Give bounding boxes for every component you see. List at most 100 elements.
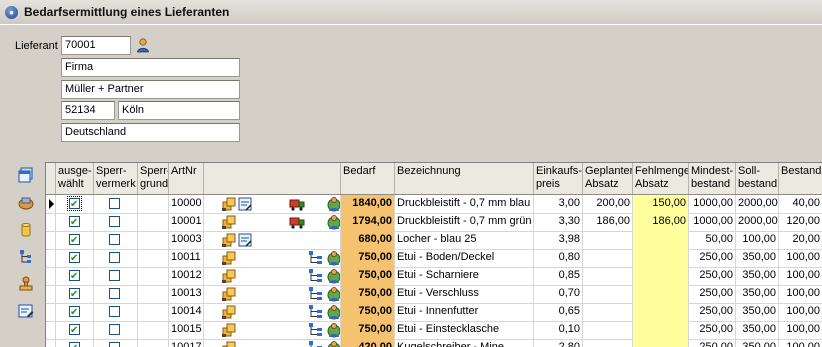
block-checkbox[interactable] bbox=[109, 342, 120, 347]
cylinder-icon[interactable] bbox=[17, 221, 35, 239]
cell-sollbestand[interactable]: 350,00 bbox=[736, 321, 779, 339]
cell-einkaufspreis[interactable]: 0,70 bbox=[534, 285, 583, 303]
table-row[interactable]: 10012 750,00Etui - Scharniere0,85 250,0035… bbox=[46, 267, 822, 286]
globe-person-icon[interactable] bbox=[326, 322, 340, 338]
cell-bestand[interactable]: 40,00 bbox=[779, 195, 822, 213]
block-checkbox[interactable] bbox=[109, 252, 120, 263]
cell-bezeichnung[interactable]: Etui - Boden/Deckel bbox=[395, 249, 534, 267]
cell-sperrgrund[interactable] bbox=[138, 303, 169, 321]
supplier-zip-field[interactable]: 52134 bbox=[61, 101, 115, 120]
globe-person-icon[interactable] bbox=[326, 196, 340, 212]
cell-bedarf[interactable]: 750,00 bbox=[341, 267, 395, 285]
cell-bezeichnung[interactable]: Etui - Innenfutter bbox=[395, 303, 534, 321]
selected-checkbox[interactable] bbox=[67, 196, 82, 213]
cell-mindestbestand[interactable]: 50,00 bbox=[689, 231, 736, 249]
cell-sollbestand[interactable]: 2000,00 bbox=[736, 195, 779, 213]
cell-geplanter-absatz[interactable]: 186,00 bbox=[583, 213, 633, 231]
selected-checkbox[interactable] bbox=[69, 214, 80, 231]
cell-einkaufspreis[interactable]: 0,85 bbox=[534, 267, 583, 285]
cell-geplanter-absatz[interactable] bbox=[583, 321, 633, 339]
cell-bestand[interactable]: 120,00 bbox=[779, 213, 822, 231]
header-sperrvermerk[interactable]: Sperr- vermerk bbox=[94, 163, 138, 194]
table-row[interactable]: 10014 750,00Etui - Innenfutter0,65 250,003… bbox=[46, 303, 822, 322]
header-sollbestand[interactable]: Soll- bestand bbox=[736, 163, 779, 194]
cell-bedarf[interactable]: 750,00 bbox=[341, 303, 395, 321]
row-selector[interactable] bbox=[46, 195, 56, 213]
row-selector[interactable] bbox=[46, 321, 56, 339]
cell-fehlmenge-absatz[interactable] bbox=[633, 267, 689, 285]
cell-einkaufspreis[interactable]: 3,98 bbox=[534, 231, 583, 249]
cell-bezeichnung[interactable]: Etui - Scharniere bbox=[395, 267, 534, 285]
cell-einkaufspreis[interactable]: 0,65 bbox=[534, 303, 583, 321]
window-icon[interactable] bbox=[17, 166, 35, 184]
tree-icon[interactable] bbox=[308, 268, 324, 284]
cell-geplanter-absatz[interactable] bbox=[583, 303, 633, 321]
cell-bezeichnung[interactable]: Etui - Einstecklasche bbox=[395, 321, 534, 339]
block-checkbox[interactable] bbox=[109, 306, 120, 317]
cell-mindestbestand[interactable]: 250,00 bbox=[689, 321, 736, 339]
supplier-number-field[interactable]: 70001 bbox=[61, 36, 131, 55]
header-geplanter-absatz[interactable]: Geplanter Absatz bbox=[583, 163, 633, 194]
cell-sperrgrund[interactable] bbox=[138, 249, 169, 267]
row-selector[interactable] bbox=[46, 267, 56, 285]
truck-icon[interactable] bbox=[289, 214, 305, 230]
row-selector[interactable] bbox=[46, 231, 56, 249]
block-checkbox[interactable] bbox=[109, 234, 120, 245]
cell-mindestbestand[interactable]: 1000,00 bbox=[689, 195, 736, 213]
cell-bestand[interactable]: 100,00 bbox=[779, 267, 822, 285]
cell-mindestbestand[interactable]: 250,00 bbox=[689, 249, 736, 267]
block-checkbox[interactable] bbox=[109, 198, 120, 209]
cell-bedarf[interactable]: 1840,00 bbox=[341, 195, 395, 213]
header-fehlmenge-absatz[interactable]: Fehlmenge Absatz bbox=[633, 163, 689, 194]
table-row[interactable]: 10011 750,00Etui - Boden/Deckel0,80 250,00… bbox=[46, 249, 822, 268]
cell-geplanter-absatz[interactable] bbox=[583, 249, 633, 267]
globe-person-icon[interactable] bbox=[326, 214, 340, 230]
cell-artnr[interactable]: 10003 bbox=[169, 231, 204, 249]
cell-sperrgrund[interactable] bbox=[138, 231, 169, 249]
cell-fehlmenge-absatz[interactable] bbox=[633, 321, 689, 339]
header-ausgewaehlt[interactable]: ausge- wählt bbox=[56, 163, 94, 194]
goods-icon[interactable] bbox=[17, 194, 35, 212]
cell-bezeichnung[interactable]: Locher - blau 25 bbox=[395, 231, 534, 249]
cell-artnr[interactable]: 10000 bbox=[169, 195, 204, 213]
cell-mindestbestand[interactable]: 250,00 bbox=[689, 285, 736, 303]
block-checkbox[interactable] bbox=[109, 216, 120, 227]
document-icon[interactable] bbox=[237, 232, 253, 248]
table-row[interactable]: 10000 1840,00Druckbleistift - 0,7 mm blau… bbox=[46, 195, 822, 214]
header-einkaufspreis[interactable]: Einkaufs- preis bbox=[534, 163, 583, 194]
tree-icon[interactable] bbox=[308, 322, 324, 338]
cell-sollbestand[interactable]: 100,00 bbox=[736, 231, 779, 249]
boxes-icon[interactable] bbox=[221, 322, 237, 338]
boxes-icon[interactable] bbox=[221, 214, 237, 230]
stamp-icon[interactable] bbox=[17, 275, 35, 293]
cell-artnr[interactable]: 10011 bbox=[169, 249, 204, 267]
boxes-icon[interactable] bbox=[221, 250, 237, 266]
boxes-icon[interactable] bbox=[221, 286, 237, 302]
row-selector[interactable] bbox=[46, 285, 56, 303]
header-artnr[interactable]: ArtNr bbox=[169, 163, 204, 194]
selected-checkbox[interactable] bbox=[69, 286, 80, 303]
table-row[interactable]: 10013 750,00Etui - Verschluss0,70 250,0035… bbox=[46, 285, 822, 304]
cell-artnr[interactable]: 10001 bbox=[169, 213, 204, 231]
header-bedarf[interactable]: Bedarf bbox=[341, 163, 395, 194]
cell-geplanter-absatz[interactable]: 200,00 bbox=[583, 195, 633, 213]
person-search-icon[interactable] bbox=[135, 37, 151, 53]
selected-checkbox[interactable] bbox=[69, 322, 80, 339]
header-mindestbestand[interactable]: Mindest- bestand bbox=[689, 163, 736, 194]
demand-grid[interactable]: ausge- wählt Sperr- vermerk Sperr- grund… bbox=[45, 162, 822, 347]
cell-fehlmenge-absatz[interactable] bbox=[633, 285, 689, 303]
header-bestand[interactable]: Bestand bbox=[779, 163, 822, 194]
cell-bestand[interactable]: 100,00 bbox=[779, 285, 822, 303]
supplier-name-line1[interactable]: Firma bbox=[61, 58, 240, 77]
selected-checkbox[interactable] bbox=[69, 250, 80, 267]
cell-sollbestand[interactable]: 350,00 bbox=[736, 267, 779, 285]
table-row[interactable]: 10015 750,00Etui - Einstecklasche0,10 250,… bbox=[46, 321, 822, 340]
cell-bestand[interactable]: 100,00 bbox=[779, 321, 822, 339]
globe-person-icon[interactable] bbox=[326, 286, 340, 302]
cell-sperrgrund[interactable] bbox=[138, 285, 169, 303]
cell-fehlmenge-absatz[interactable] bbox=[633, 303, 689, 321]
cell-einkaufspreis[interactable]: 3,00 bbox=[534, 195, 583, 213]
cell-einkaufspreis[interactable]: 0,80 bbox=[534, 249, 583, 267]
cell-bedarf[interactable]: 750,00 bbox=[341, 321, 395, 339]
cell-geplanter-absatz[interactable] bbox=[583, 285, 633, 303]
